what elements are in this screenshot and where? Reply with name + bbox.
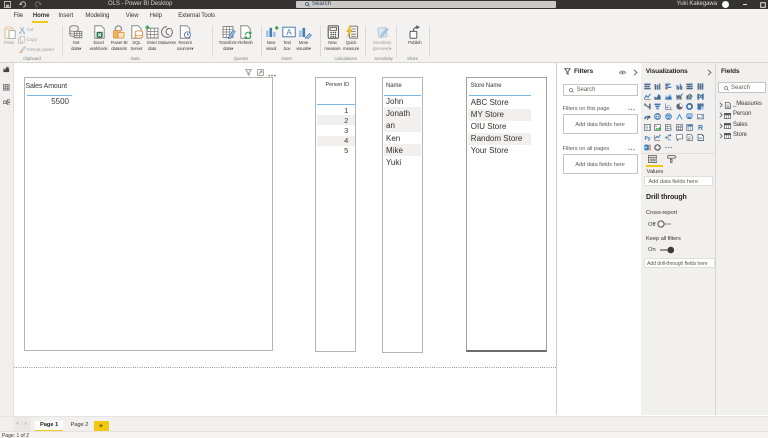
svg-text:A: A (286, 27, 292, 36)
svg-text:R: R (698, 125, 703, 131)
svg-text:Py: Py (644, 136, 650, 141)
